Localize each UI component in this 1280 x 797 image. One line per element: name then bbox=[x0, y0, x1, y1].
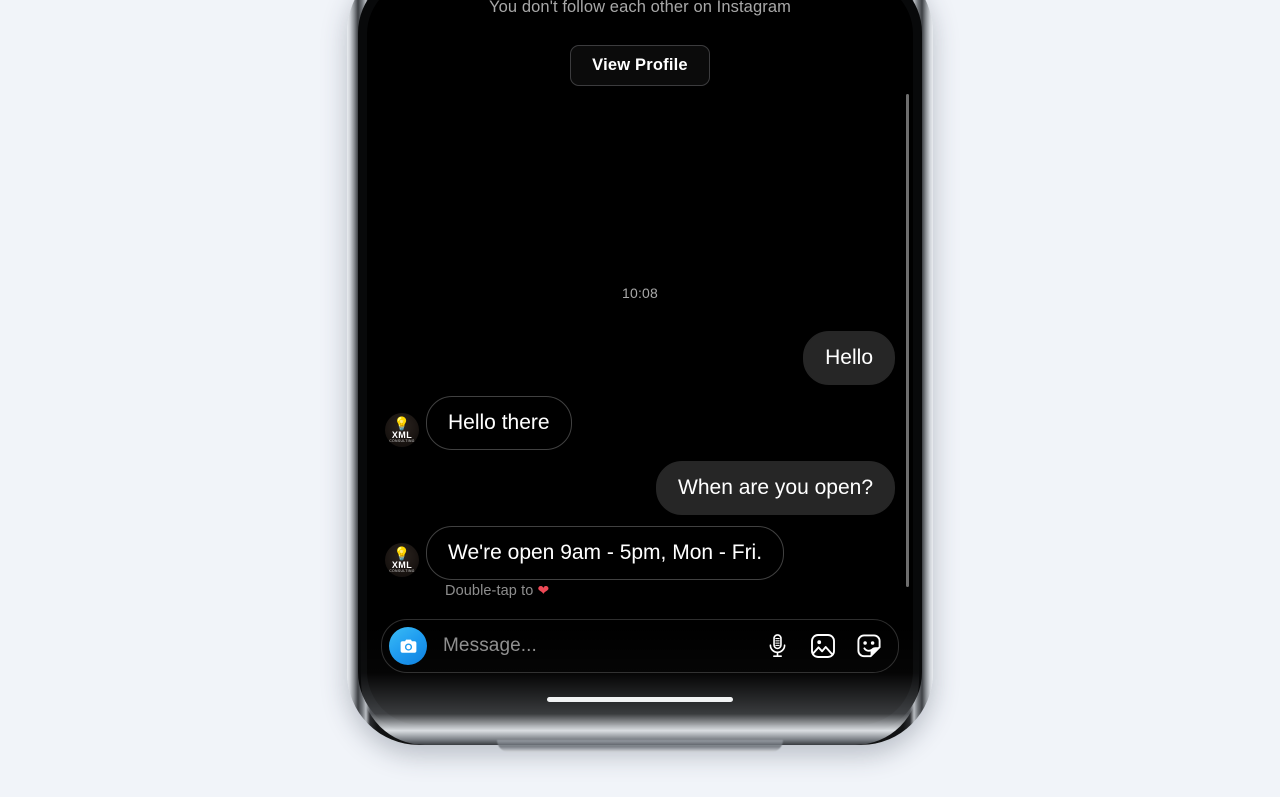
screen-content: You don't follow each other on Instagram… bbox=[367, 0, 913, 725]
avatar-brand-secondary: CONSULTING bbox=[389, 569, 415, 573]
double-tap-hint-text: Double-tap to bbox=[445, 583, 538, 599]
sticker-icon bbox=[857, 634, 881, 658]
thread-scrollbar[interactable] bbox=[906, 94, 909, 587]
lightbulb-icon: 💡 bbox=[393, 416, 411, 431]
lightbulb-icon: 💡 bbox=[393, 546, 411, 561]
home-indicator[interactable] bbox=[547, 696, 733, 702]
microphone-button[interactable] bbox=[760, 629, 794, 663]
message-thread: 10:08 Hello 💡 XML CONSULTING Hello there bbox=[367, 86, 913, 609]
avatar-brand-secondary: CONSULTING bbox=[389, 439, 415, 443]
message-row-incoming: 💡 XML CONSULTING We're open 9am - 5pm, M… bbox=[385, 526, 895, 580]
camera-icon bbox=[400, 639, 416, 653]
message-composer bbox=[381, 619, 899, 673]
avatar[interactable]: 💡 XML CONSULTING bbox=[385, 543, 419, 577]
avatar[interactable]: 💡 XML CONSULTING bbox=[385, 413, 419, 447]
profile-header: You don't follow each other on Instagram… bbox=[367, 0, 913, 86]
message-row-incoming: 💡 XML CONSULTING Hello there bbox=[385, 396, 895, 450]
phone-screen: You don't follow each other on Instagram… bbox=[367, 0, 913, 725]
image-icon bbox=[811, 634, 835, 658]
microphone-icon bbox=[769, 634, 785, 657]
message-bubble-sent[interactable]: Hello bbox=[803, 331, 895, 385]
home-indicator-area bbox=[367, 673, 913, 725]
sticker-button[interactable] bbox=[852, 629, 886, 663]
heart-icon: ❤ bbox=[537, 582, 550, 598]
double-tap-hint: Double-tap to ❤ bbox=[445, 582, 895, 599]
photo-button[interactable] bbox=[806, 629, 840, 663]
message-row-outgoing: Hello bbox=[385, 331, 895, 385]
phone-device: You don't follow each other on Instagram… bbox=[347, 0, 933, 752]
message-row-outgoing: When are you open? bbox=[385, 461, 895, 515]
message-bubble-sent[interactable]: When are you open? bbox=[656, 461, 895, 515]
follow-status-note: You don't follow each other on Instagram bbox=[489, 0, 791, 16]
camera-button[interactable] bbox=[389, 627, 427, 665]
phone-bottom-foot bbox=[497, 740, 783, 752]
message-input[interactable] bbox=[427, 634, 748, 658]
message-bubble-received[interactable]: Hello there bbox=[426, 396, 572, 450]
thread-timestamp: 10:08 bbox=[621, 285, 659, 301]
message-bubble-received[interactable]: We're open 9am - 5pm, Mon - Fri. bbox=[426, 526, 785, 580]
view-profile-button[interactable]: View Profile bbox=[570, 45, 710, 86]
